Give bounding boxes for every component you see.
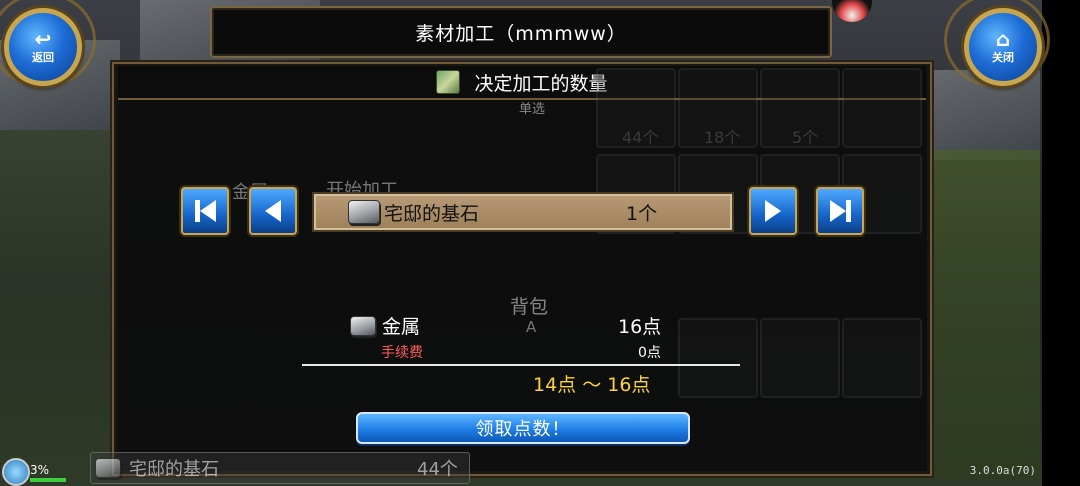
background-list-item: 宅邸的基石 44个 (90, 452, 470, 484)
metal-icon (350, 315, 376, 336)
dialog-title: 决定加工的数量 (474, 72, 608, 95)
first-icon (199, 200, 216, 222)
material-row: 金属 (350, 312, 420, 339)
inventory-count: 5个 (792, 128, 819, 147)
previous-button[interactable] (249, 187, 297, 235)
version-label: 3.0.0a(70) (969, 464, 1036, 477)
background-inventory-grid: 44个 18个 5个 (592, 68, 922, 468)
background-item-name: 宅邸的基石 (129, 459, 219, 480)
foundation-stone-icon (95, 458, 121, 478)
inventory-slot (842, 318, 922, 398)
window-title: 素材加工（mmmww） (415, 22, 627, 45)
bag-label-bg: 背包 (510, 296, 549, 318)
battery-level-bar (30, 478, 66, 482)
last-icon-bar (845, 200, 851, 222)
inventory-slot (678, 318, 758, 398)
materials-icon (436, 70, 461, 94)
back-button[interactable]: ↩ 返回 (4, 8, 82, 86)
next-button[interactable] (749, 187, 797, 235)
foundation-stone-icon (348, 200, 380, 224)
background-ground (0, 130, 110, 480)
quantity-selector[interactable]: 宅邸的基石 1个 (312, 192, 734, 232)
previous-icon (265, 200, 281, 222)
battery-percent: 3% (30, 463, 50, 477)
claim-points-label: 领取点数！ (475, 419, 571, 440)
material-name: 金属 (382, 316, 421, 338)
first-button[interactable] (181, 187, 229, 235)
battery-icon (2, 458, 30, 486)
back-arrow-icon: ↩ (34, 27, 52, 51)
selected-quantity: 1个 (626, 202, 658, 225)
inventory-count: 44个 (622, 128, 659, 147)
background-grass (930, 150, 1040, 480)
bag-key-label-bg: A (526, 318, 537, 336)
claim-points-button[interactable]: 领取点数！ (356, 412, 690, 444)
inventory-slot (842, 68, 922, 148)
material-points: 16点 (618, 316, 662, 338)
points-range: 14点 ～ 16点 (533, 374, 651, 396)
fee-label: 手续费 (381, 345, 423, 361)
last-icon (829, 200, 846, 222)
close-button-label: 关闭 (992, 51, 1014, 64)
next-icon (765, 200, 781, 222)
screen-edge (1042, 0, 1080, 486)
divider (302, 364, 740, 366)
single-select-label: 单选 (519, 102, 546, 117)
background-item-count: 44个 (417, 459, 458, 480)
fee-points: 0点 (638, 345, 661, 361)
inventory-slot (760, 318, 840, 398)
back-button-label: 返回 (32, 51, 54, 64)
home-icon: ⌂ (995, 27, 1011, 51)
last-button[interactable] (816, 187, 864, 235)
selected-item-name: 宅邸的基石 (384, 202, 480, 225)
inventory-count: 18个 (704, 128, 741, 147)
window-title-bar: 素材加工（mmmww） (210, 6, 832, 58)
close-button[interactable]: ⌂ 关闭 (964, 8, 1042, 86)
